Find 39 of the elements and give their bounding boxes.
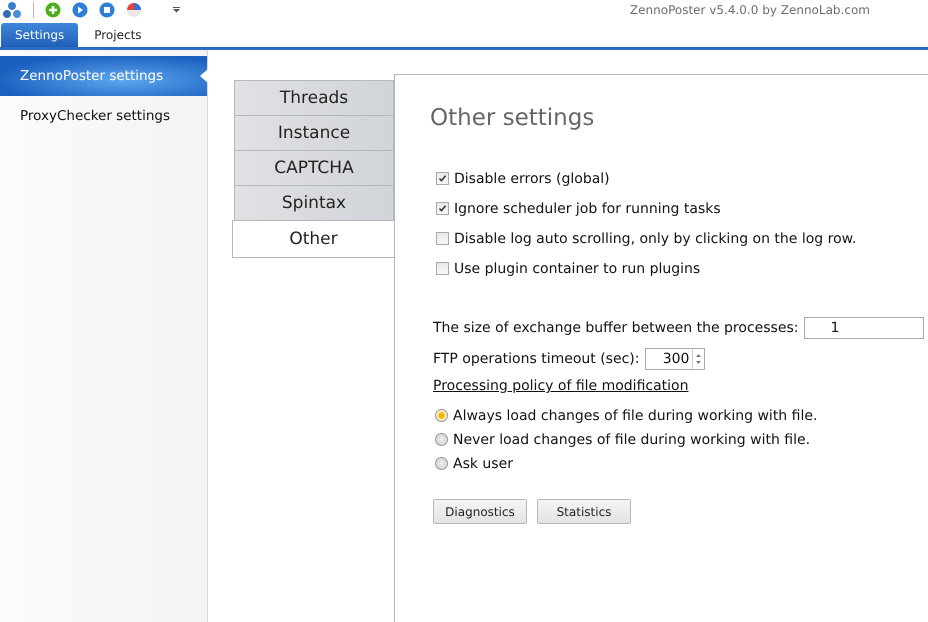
radio-button[interactable] — [435, 457, 448, 470]
pie-chart-icon[interactable] — [126, 2, 142, 18]
section-tab[interactable]: Spintax — [234, 185, 394, 221]
checkbox[interactable] — [436, 262, 449, 275]
checkbox[interactable] — [436, 172, 449, 185]
timeout-spinner-field[interactable]: 300 — [645, 348, 706, 370]
radio-button[interactable] — [435, 433, 448, 446]
field-label: The size of exchange buffer between the processes: — [433, 320, 798, 336]
ribbon-tab[interactable]: Settings — [1, 23, 78, 47]
add-icon[interactable] — [45, 2, 61, 18]
section-tab[interactable]: Other — [232, 220, 394, 258]
window-title: ZennoPoster v5.4.0.0 by ZennoLab.com — [630, 3, 870, 17]
sidebar-item[interactable]: ProxyChecker settings — [0, 96, 207, 136]
ribbon-tab[interactable]: Projects — [80, 23, 156, 47]
dropdown-caret-icon[interactable] — [173, 7, 180, 13]
field-label: FTP operations timeout (sec): — [433, 351, 640, 367]
section-tab[interactable]: CAPTCHA — [234, 150, 394, 186]
section-tab[interactable]: Threads — [234, 80, 394, 116]
network-logo-icon[interactable] — [2, 1, 22, 19]
radio-button[interactable] — [435, 409, 448, 422]
checkbox[interactable] — [436, 232, 449, 245]
checkbox-label: Disable errors (global) — [454, 170, 610, 186]
section-tab[interactable]: Instance — [234, 115, 394, 151]
radio-label: Ask user — [453, 456, 513, 472]
spin-arrows-icon[interactable] — [696, 353, 702, 365]
checkbox-label: Ignore scheduler job for running tasks — [454, 200, 721, 216]
stop-icon[interactable] — [99, 2, 115, 18]
radio-label: Never load changes of file during working with file. — [453, 432, 810, 448]
action-button[interactable]: Statistics — [537, 499, 631, 524]
checkbox-label: Disable log auto scrolling, only by clicking on the log row. — [454, 230, 856, 246]
action-button[interactable]: Diagnostics — [433, 499, 527, 524]
play-icon[interactable] — [72, 2, 88, 18]
radio-label: Always load changes of file during working with file. — [453, 408, 818, 424]
checkbox-label: Use plugin container to run plugins — [454, 260, 700, 276]
policy-link[interactable]: Processing policy of file modification — [430, 378, 688, 394]
buffer-size-field[interactable]: 1 — [804, 317, 924, 339]
panel-heading: Other settings — [430, 105, 596, 131]
checkbox[interactable] — [436, 202, 449, 215]
sidebar-item[interactable]: ZennoPoster settings — [0, 56, 207, 96]
